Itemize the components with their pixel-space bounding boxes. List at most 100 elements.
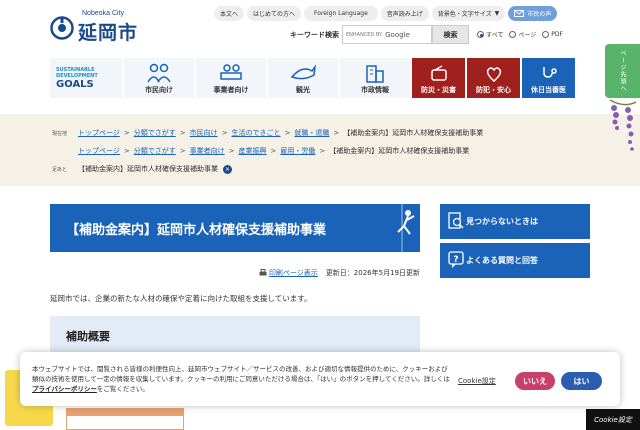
cookie-text-before: 本ウェブサイトでは、閲覧される皆様の利便性向上、延岡市ウェブサイト／サービスの改… bbox=[32, 365, 450, 383]
close-icon[interactable]: × bbox=[223, 164, 232, 174]
thumbnail-header bbox=[67, 409, 183, 416]
crumb-link[interactable]: 分類でさがす bbox=[134, 128, 176, 138]
first-visit-link[interactable]: はじめての方へ bbox=[247, 6, 302, 21]
page-title: 【補助金案内】延岡市人材確保支援補助事業 bbox=[50, 204, 420, 252]
crumb-separator: > bbox=[179, 129, 186, 137]
climber-icon bbox=[397, 204, 415, 252]
nav-citizens-label: 市民向け bbox=[145, 86, 173, 94]
crumb-separator: > bbox=[221, 129, 228, 137]
read-aloud-button[interactable]: 音声読み上げ bbox=[380, 6, 429, 21]
cookie-settings-link[interactable]: Cookie設定 bbox=[458, 376, 496, 386]
fish-icon bbox=[290, 64, 316, 80]
crumb-link[interactable]: 産業振興 bbox=[239, 146, 267, 156]
cookie-decline-button[interactable]: いいえ bbox=[515, 372, 555, 390]
scope-page-label: ページ bbox=[518, 32, 537, 39]
nav-holiday-doctor[interactable]: 休日当番医 bbox=[522, 58, 575, 98]
search-enhanced-label: ENHANCED BY bbox=[346, 31, 383, 38]
crumb-link[interactable]: 雇用・労働 bbox=[280, 146, 315, 156]
section-heading: 補助概要 bbox=[50, 316, 420, 356]
history-row: 足あと 【補助金案内】延岡市人材確保支援補助事業 × bbox=[52, 164, 232, 174]
nav-city-info[interactable]: 市政情報 bbox=[340, 58, 410, 98]
not-found-button[interactable]: 見つからないときは bbox=[440, 204, 590, 239]
crumb-link[interactable]: トップページ bbox=[78, 128, 120, 138]
crumb-separator: > bbox=[123, 129, 130, 137]
radio-dot bbox=[509, 31, 517, 38]
nav-citizens[interactable]: 市民向け bbox=[124, 58, 194, 98]
cookie-consent-banner: 本ウェブサイトでは、閲覧される皆様の利便性向上、延岡市ウェブサイト／サービスの改… bbox=[20, 352, 620, 406]
breadcrumb-row-2: トップページ > 分類でさがす > 事業者向け > 産業振興 > 雇用・労働 > 【補助金… bbox=[52, 146, 469, 156]
history-label: 足あと bbox=[52, 166, 68, 173]
utility-nav: 本文へ はじめての方へ Foreign Language 音声読み上げ 背景色・… bbox=[214, 6, 558, 21]
crumb-current: 【補助金案内】延岡市人材確保支援補助事業 bbox=[329, 147, 470, 155]
question-bubble-icon: ? bbox=[448, 251, 464, 268]
not-found-label: 見つからないときは bbox=[466, 217, 538, 226]
mail-icon bbox=[514, 10, 525, 17]
keyword-search: キーワード検索 ENHANCED BY Google 検索 すべて ページ PD… bbox=[290, 25, 563, 44]
cookie-accept-button[interactable]: はい bbox=[561, 372, 602, 390]
foreign-language-button[interactable]: Foreign Language bbox=[304, 6, 378, 21]
crumb-link[interactable]: 市民向け bbox=[190, 128, 218, 138]
logo-text: 延岡市 bbox=[78, 22, 139, 44]
nav-holiday-doctor-label: 休日当番医 bbox=[531, 86, 566, 94]
site-logo[interactable]: Nobeoka City 延岡市 bbox=[50, 10, 150, 44]
crumb-link[interactable]: 生活のできごと bbox=[232, 128, 281, 138]
breadcrumb-row-1: 現在地 トップページ > 分類でさがす > 市民向け > 生活のできごと > 就職・退職… bbox=[52, 128, 483, 138]
crumb-link[interactable]: 就職・退職 bbox=[294, 128, 329, 138]
print-link[interactable]: 印刷ページ表示 bbox=[259, 268, 318, 278]
skip-to-content-link[interactable]: 本文へ bbox=[214, 6, 245, 21]
nav-business-label: 事業者向け bbox=[213, 86, 249, 94]
search-label: キーワード検索 bbox=[290, 30, 339, 39]
nav-tourism[interactable]: 観光 bbox=[268, 58, 338, 98]
crumb-separator: > bbox=[228, 147, 235, 155]
crumb-separator: > bbox=[319, 147, 326, 155]
privacy-policy-link[interactable]: プライバシーポリシー bbox=[32, 385, 97, 393]
crumb-separator: > bbox=[179, 147, 186, 155]
business-icon bbox=[220, 64, 242, 80]
crumb-separator: > bbox=[333, 129, 340, 137]
crumb-separator: > bbox=[270, 147, 277, 155]
faq-label: よくある質問と回答 bbox=[466, 256, 538, 265]
nav-safety[interactable]: 防犯・安心 bbox=[467, 58, 520, 98]
sdgs-banner[interactable]: SUSTAINABLE DEVELOPMENT GOALS bbox=[50, 58, 122, 98]
crumb-link[interactable]: トップページ bbox=[78, 146, 120, 156]
search-input[interactable]: ENHANCED BY Google bbox=[342, 25, 432, 44]
scope-all-radio[interactable]: すべて bbox=[477, 30, 503, 39]
cookie-settings-corner-button[interactable]: Cookie設定 bbox=[586, 409, 640, 430]
radio-dot bbox=[542, 31, 550, 38]
scope-pdf-radio[interactable]: PDF bbox=[542, 31, 563, 38]
crumb-link[interactable]: 事業者向け bbox=[190, 146, 225, 156]
main-nav: SUSTAINABLE DEVELOPMENT GOALS 市民向け 事業者向け… bbox=[50, 58, 575, 98]
nav-tourism-label: 観光 bbox=[296, 86, 310, 94]
radio-icon bbox=[430, 65, 447, 81]
cookie-text-after: をご覧ください。 bbox=[96, 385, 149, 393]
faq-button[interactable]: ? よくある質問と回答 bbox=[440, 243, 590, 278]
search-button[interactable]: 検索 bbox=[432, 25, 469, 44]
sdgs-goals-text: GOALS bbox=[56, 78, 94, 90]
nav-business[interactable]: 事業者向け bbox=[196, 58, 266, 98]
crumb-link[interactable]: 分類でさがす bbox=[134, 146, 176, 156]
foreign-language-label: Foreign Language bbox=[314, 10, 368, 17]
color-font-size-button[interactable]: 背景色・文字サイズ ▼ bbox=[431, 6, 506, 21]
nav-disaster[interactable]: 防災・災害 bbox=[412, 58, 465, 98]
search-scope: すべて ページ PDF bbox=[477, 30, 563, 39]
intro-text: 延岡市では、企業の新たな人材の確保や定着に向けた取組を支援しています。 bbox=[50, 294, 312, 303]
current-location-label: 現在地 bbox=[52, 130, 68, 137]
building-icon bbox=[366, 65, 384, 83]
svg-text:?: ? bbox=[453, 255, 458, 265]
chevron-down-icon: ▼ bbox=[494, 10, 500, 17]
updated-date: 更新日：2026年5月19日更新 bbox=[325, 269, 420, 277]
logo-english: Nobeoka City bbox=[82, 10, 125, 17]
printer-icon bbox=[259, 269, 267, 276]
citizen-voice-button[interactable]: 市民の声 bbox=[508, 6, 558, 21]
crumb-current: 【補助金案内】延岡市人材確保支援補助事業 bbox=[343, 129, 484, 137]
scope-page-radio[interactable]: ページ bbox=[509, 30, 536, 39]
color-font-size-label: 背景色・文字サイズ bbox=[437, 11, 492, 18]
breadcrumb: 現在地 トップページ > 分類でさがす > 市民向け > 生活のできごと > 就職・退職… bbox=[0, 114, 640, 186]
sdgs-top-text: SUSTAINABLE DEVELOPMENT bbox=[56, 66, 98, 79]
nav-safety-label: 防犯・安心 bbox=[476, 86, 511, 94]
cookie-message: 本ウェブサイトでは、閲覧される皆様の利便性向上、延岡市ウェブサイト／サービスの改… bbox=[32, 364, 452, 394]
document-thumbnail bbox=[66, 408, 184, 430]
page-top-tab[interactable]: ページ先頭へ bbox=[605, 44, 640, 98]
history-item[interactable]: 【補助金案内】延岡市人材確保支援補助事業 bbox=[78, 164, 218, 174]
page-meta: 印刷ページ表示 更新日：2026年5月19日更新 bbox=[50, 268, 420, 278]
